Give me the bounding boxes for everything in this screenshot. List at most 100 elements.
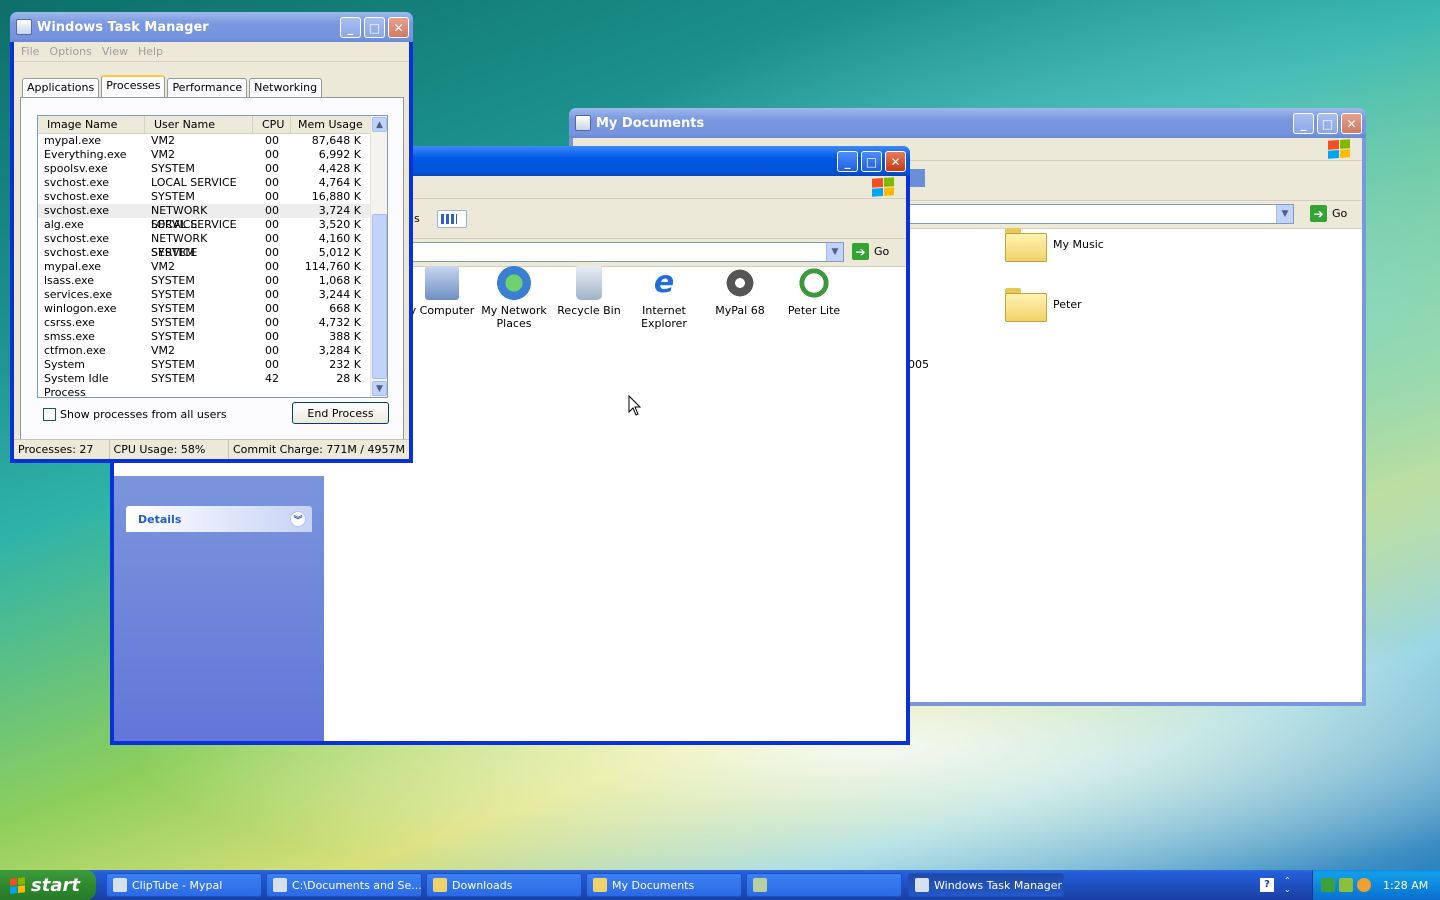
end-process-button[interactable]: End Process: [292, 402, 389, 424]
process-row[interactable]: svchost.exe SYSTEM 00 16,880 K: [38, 190, 387, 204]
taskbar-item-explorer[interactable]: [746, 873, 902, 897]
process-row[interactable]: mypal.exe VM2 00 114,760 K: [38, 260, 387, 274]
task-manager-titlebar[interactable]: Windows Task Manager _ □ ✕: [10, 12, 413, 42]
process-row[interactable]: winlogon.exe SYSTEM 00 668 K: [38, 302, 387, 316]
my-documents-titlebar[interactable]: My Documents _ □ ✕: [569, 108, 1366, 138]
process-mem-usage: 6,992 K: [318, 148, 361, 161]
process-user-name: NETWORK SERVICE: [151, 232, 208, 259]
process-row[interactable]: spoolsv.exe SYSTEM 00 4,428 K: [38, 162, 387, 176]
chevron-down-icon[interactable]: ▼: [826, 243, 843, 261]
network-places-item[interactable]: My Network Places: [476, 266, 552, 330]
process-row[interactable]: System SYSTEM 00 232 K: [38, 358, 387, 372]
go-button[interactable]: ➔ Go: [852, 243, 889, 260]
process-row[interactable]: alg.exe LOCAL SERVICE 00 3,520 K: [38, 218, 387, 232]
chevron-down-icon[interactable]: ︾: [290, 511, 306, 527]
views-button[interactable]: [437, 210, 467, 228]
maximize-button[interactable]: □: [364, 17, 385, 38]
details-panel-header[interactable]: Details ︾: [126, 506, 312, 532]
chevron-down-icon[interactable]: ▼: [1276, 205, 1293, 223]
process-user-name: SYSTEM: [151, 302, 195, 315]
go-button[interactable]: ➔ Go: [1310, 205, 1347, 222]
column-cpu[interactable]: CPU: [253, 116, 291, 133]
windows-logo-icon: [1328, 139, 1350, 159]
column-mem-usage[interactable]: Mem Usage: [291, 116, 371, 133]
process-row[interactable]: lsass.exe SYSTEM 00 1,068 K: [38, 274, 387, 288]
process-mem-usage: 4,732 K: [318, 316, 361, 329]
tab-applications[interactable]: Applications: [22, 78, 100, 97]
show-all-users-checkbox[interactable]: Show processes from all users: [43, 408, 227, 421]
search-icon[interactable]: [1357, 878, 1371, 892]
views-icon[interactable]: [909, 169, 925, 187]
clock[interactable]: 1:28 AM: [1383, 879, 1428, 892]
minimize-button[interactable]: _: [1293, 113, 1314, 134]
process-row[interactable]: System Idle Process SYSTEM 42 28 K: [38, 372, 387, 397]
taskbar-item-label: Windows Task Manager: [934, 878, 1063, 892]
process-row[interactable]: mypal.exe VM2 00 87,648 K: [38, 134, 387, 148]
menu-view[interactable]: View: [97, 45, 133, 58]
sync-icon[interactable]: [1339, 878, 1353, 892]
column-image-name[interactable]: Image Name: [38, 116, 145, 133]
process-row[interactable]: svchost.exe NETWORK SERVICE 00 4,160 K: [38, 232, 387, 259]
close-button[interactable]: ✕: [885, 151, 906, 172]
my-computer-item[interactable]: y Computer: [404, 266, 480, 317]
process-row[interactable]: smss.exe SYSTEM 00 388 K: [38, 330, 387, 344]
network-places-icon: [497, 266, 531, 300]
process-user-name: SYSTEM: [151, 190, 195, 203]
mypal-label: MyPal 68: [715, 304, 765, 317]
menu-options[interactable]: Options: [44, 45, 96, 58]
minimize-button[interactable]: _: [837, 151, 858, 172]
column-user-name[interactable]: User Name: [145, 116, 253, 133]
minimize-button[interactable]: _: [340, 17, 361, 38]
taskbar-item-task-manager[interactable]: Windows Task Manager: [908, 873, 1064, 897]
peter-lite-item[interactable]: Peter Lite: [776, 266, 852, 317]
tab-performance[interactable]: Performance: [167, 78, 248, 97]
process-row[interactable]: svchost.exe LOCAL SERVICE 00 4,764 K: [38, 176, 387, 190]
taskbar-item-downloads[interactable]: Downloads: [426, 873, 582, 897]
chevron-icon[interactable]: ⌃ ⌄: [1284, 876, 1291, 894]
tab-processes[interactable]: Processes: [101, 75, 166, 97]
process-row[interactable]: svchost.exe NETWORK SERVICE 00 3,724 K: [38, 204, 387, 231]
process-row[interactable]: ctfmon.exe VM2 00 3,284 K: [38, 344, 387, 358]
process-user-name: VM2: [151, 260, 176, 273]
close-button[interactable]: ✕: [388, 17, 409, 38]
status-cpu-usage: CPU Usage: 58%: [110, 440, 229, 459]
process-image-name: Everything.exe: [44, 148, 127, 161]
menu-help[interactable]: Help: [133, 45, 168, 58]
tab-networking[interactable]: Networking: [249, 78, 323, 97]
process-cpu: 00: [265, 134, 279, 147]
process-mem-usage: 114,760 K: [304, 260, 361, 273]
maximize-button[interactable]: □: [1317, 113, 1338, 134]
internet-explorer-item[interactable]: e Internet Explorer: [626, 266, 702, 331]
scrollbar-thumb[interactable]: [372, 214, 387, 379]
menu-file[interactable]: File: [16, 45, 44, 58]
taskbar-item-my-documents[interactable]: My Documents: [586, 873, 742, 897]
maximize-button[interactable]: □: [861, 151, 882, 172]
close-button[interactable]: ✕: [1341, 113, 1362, 134]
help-icon[interactable]: ?: [1260, 878, 1274, 892]
process-image-name: ctfmon.exe: [44, 344, 106, 357]
process-row[interactable]: Everything.exe VM2 00 6,992 K: [38, 148, 387, 162]
peter-folder[interactable]: Peter: [1005, 288, 1125, 322]
scroll-up-icon[interactable]: ▲: [372, 117, 387, 132]
process-cpu: 00: [265, 260, 279, 273]
checkbox-box[interactable]: [43, 408, 56, 421]
address-input[interactable]: ▼: [908, 204, 1294, 224]
scroll-down-icon[interactable]: ▼: [372, 381, 387, 396]
taskbar-item-documents-path[interactable]: C:\Documents and Se...: [266, 873, 422, 897]
process-row[interactable]: csrss.exe SYSTEM 00 4,732 K: [38, 316, 387, 330]
process-row[interactable]: services.exe SYSTEM 00 3,244 K: [38, 288, 387, 302]
my-music-folder[interactable]: My Music: [1005, 228, 1125, 262]
recycle-bin-item[interactable]: Recycle Bin: [551, 266, 627, 317]
mypal-item[interactable]: MyPal 68: [702, 266, 778, 317]
process-list-scrollbar[interactable]: ▲ ▼: [370, 116, 387, 397]
task-manager-window: Windows Task Manager _ □ ✕ File Options …: [10, 12, 413, 463]
process-user-name: SYSTEM: [151, 372, 195, 385]
process-user-name: SYSTEM: [151, 330, 195, 343]
network-icon[interactable]: [1321, 878, 1335, 892]
go-arrow-icon: ➔: [1310, 205, 1327, 222]
taskbar-item-cliptube[interactable]: ClipTube - Mypal: [106, 873, 262, 897]
start-button[interactable]: start: [0, 870, 96, 900]
process-row[interactable]: svchost.exe SYSTEM 00 5,012 K: [38, 246, 387, 260]
process-user-name: LOCAL SERVICE: [151, 218, 237, 231]
process-list[interactable]: Image Name User Name CPU Mem Usage mypal…: [37, 115, 388, 398]
